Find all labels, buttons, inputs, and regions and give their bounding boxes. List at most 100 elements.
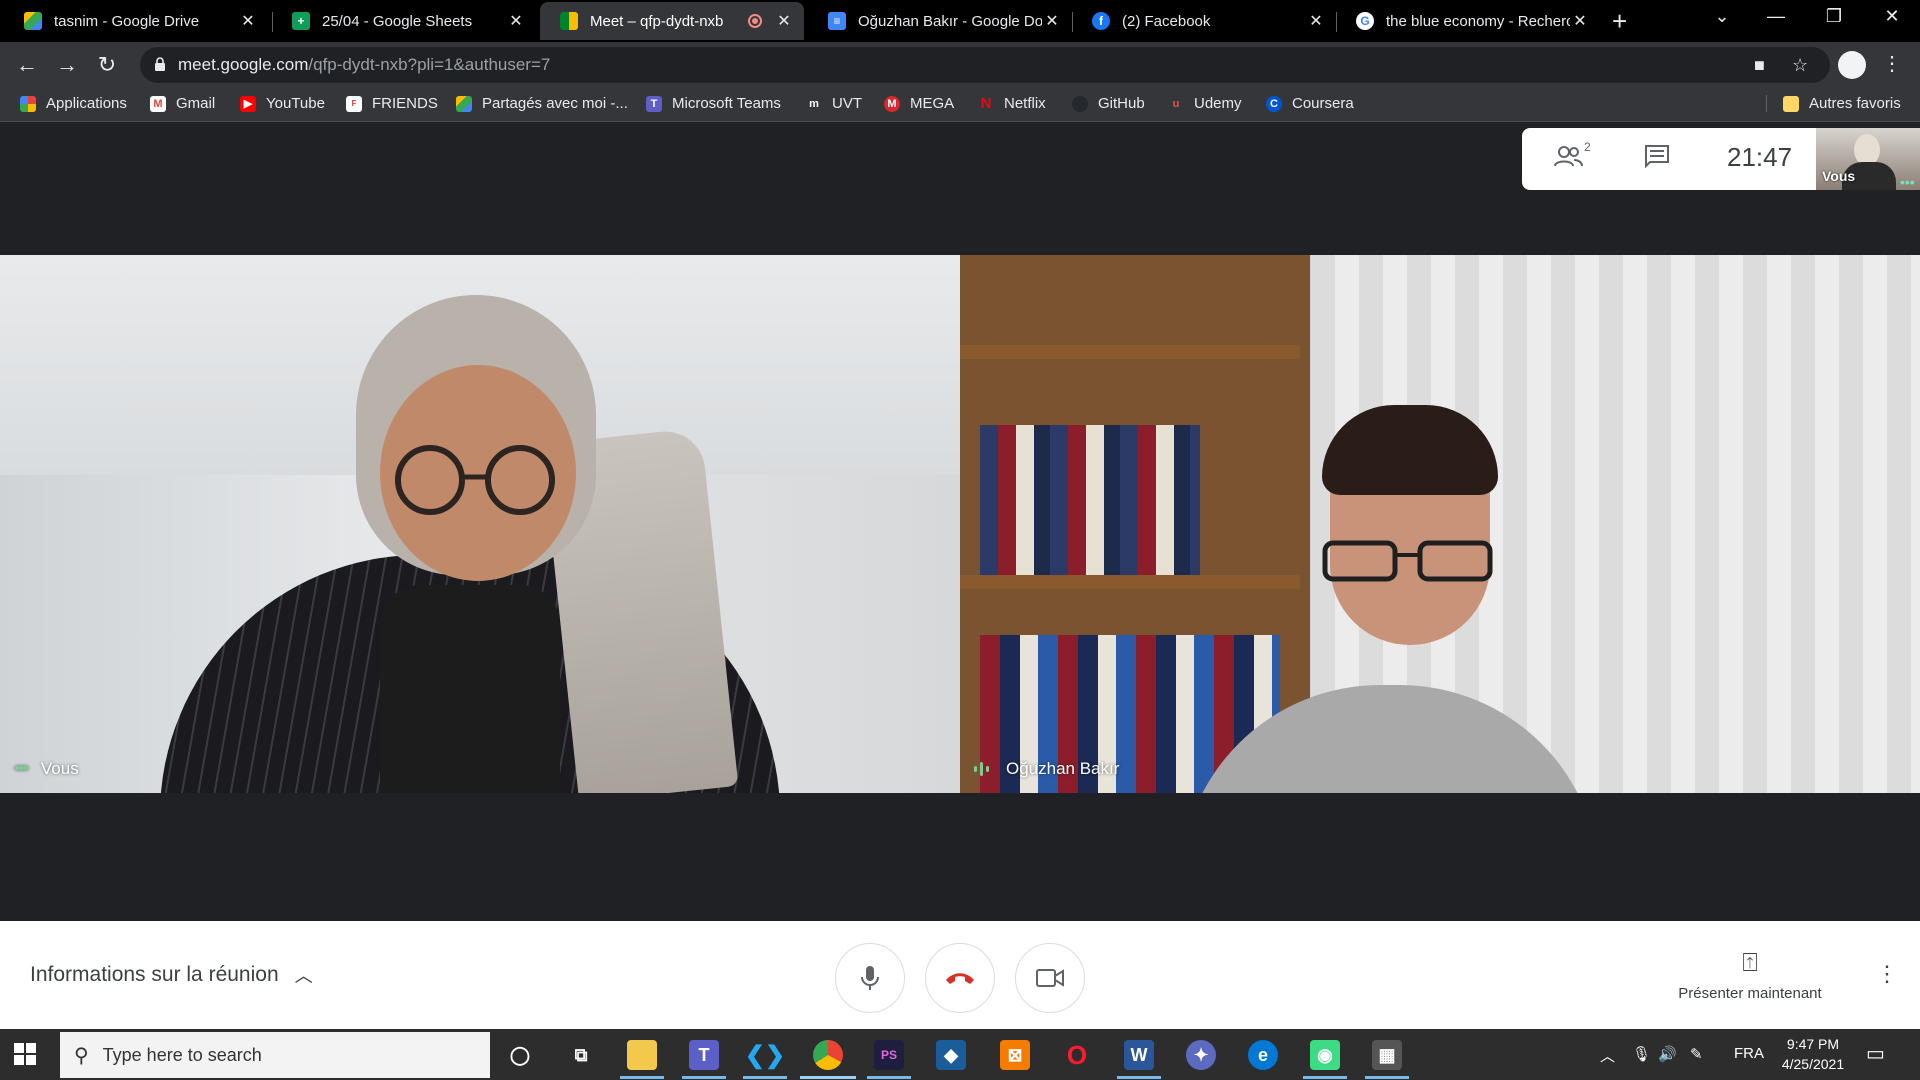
bookmark-label: GitHub [1098, 95, 1145, 112]
task-view-icon[interactable]: ⧉ [566, 1040, 596, 1070]
bookmark-youtube[interactable]: ▶ YouTube [240, 95, 325, 112]
pen-icon[interactable]: ✎ [1690, 1045, 1703, 1063]
bookmark-microsoft-teams[interactable]: T Microsoft Teams [646, 95, 781, 112]
self-view-thumbnail[interactable]: Vous ••• [1816, 128, 1920, 190]
windows-start-icon[interactable] [14, 1043, 36, 1065]
bookmark-shared-with-me[interactable]: Partagés avec moi -... [456, 95, 628, 112]
close-tab-icon[interactable]: ✕ [1306, 11, 1326, 31]
close-window-icon[interactable]: ✕ [1872, 6, 1912, 27]
tab-facebook[interactable]: f (2) Facebook ✕ [1072, 2, 1336, 40]
bookmark-star-icon[interactable]: ☆ [1792, 55, 1808, 76]
microphone-tray-icon[interactable]: 🎙 [1632, 1045, 1651, 1063]
chat-icon[interactable] [1644, 144, 1670, 175]
camera-button[interactable] [1015, 943, 1085, 1013]
volume-icon[interactable]: 🔊 [1658, 1045, 1677, 1063]
browser-menu-icon[interactable]: ⋮ [1882, 51, 1902, 76]
input-language[interactable]: FRA [1734, 1045, 1764, 1062]
teams-icon: T [646, 95, 662, 112]
running-indicator [682, 1076, 726, 1079]
close-tab-icon[interactable]: ✕ [238, 11, 258, 31]
android-studio-icon[interactable]: ◉ [1310, 1040, 1340, 1070]
bookmark-github[interactable]: GitHub [1072, 95, 1145, 112]
hang-up-button[interactable] [925, 943, 995, 1013]
close-tab-icon[interactable]: ✕ [1042, 11, 1062, 31]
calculator-icon[interactable]: ▦ [1372, 1040, 1402, 1070]
cortana-icon[interactable]: ◯ [505, 1040, 535, 1070]
restore-icon[interactable]: ❐ [1814, 6, 1854, 27]
close-tab-icon[interactable]: ✕ [506, 11, 526, 31]
people-icon[interactable] [1554, 144, 1586, 177]
other-bookmarks[interactable]: Autres favoris [1766, 95, 1901, 112]
meeting-details-toggle[interactable]: Informations sur la réunion ︿ [30, 962, 313, 988]
close-tab-icon[interactable]: ✕ [1570, 11, 1590, 31]
browser-tab-strip: tasnim - Google Drive ✕ + 25/04 - Google… [0, 0, 1920, 42]
vscode-icon[interactable]: ❮❯ [745, 1040, 785, 1070]
bookmark-label: Microsoft Teams [672, 95, 781, 112]
present-now-button[interactable]: ⍐ Présenter maintenant [1660, 947, 1840, 1002]
browser-toolbar: ← → ↻ meet.google.com/qfp-dydt-nxb?pli=1… [0, 42, 1920, 88]
participant-name-tag: ••• Vous [14, 758, 79, 779]
edge-icon[interactable]: e [1248, 1040, 1278, 1070]
network-app-icon[interactable]: ✦ [1186, 1040, 1216, 1070]
google-drive-icon [24, 12, 42, 30]
chevron-up-icon: ︿ [294, 966, 313, 986]
back-icon[interactable]: ← [12, 52, 42, 78]
address-bar[interactable]: meet.google.com/qfp-dydt-nxb?pli=1&authu… [140, 47, 1830, 83]
opera-icon[interactable]: O [1062, 1040, 1092, 1070]
url-path: /qfp-dydt-nxb?pli=1&authuser=7 [308, 55, 551, 74]
tab-title: the blue economy - Recherc [1386, 12, 1570, 30]
bookmark-coursera[interactable]: C Coursera [1266, 95, 1354, 112]
chat-svg [1645, 145, 1669, 169]
more-options-dots-icon[interactable]: ••• [14, 758, 29, 779]
running-indicator [1117, 1076, 1161, 1079]
taskbar-search-box[interactable]: ⚲ Type here to search [60, 1032, 490, 1078]
bookmark-udemy[interactable]: u Udemy [1168, 95, 1242, 112]
bookmark-gmail[interactable]: M Gmail [150, 95, 215, 112]
show-hidden-icons-icon[interactable]: ︿ [1600, 1045, 1615, 1066]
minimize-icon[interactable]: — [1756, 6, 1796, 27]
tab-google-search[interactable]: G the blue economy - Recherc ✕ [1336, 2, 1600, 40]
running-indicator [743, 1076, 787, 1079]
tab-google-drive[interactable]: tasnim - Google Drive ✕ [4, 2, 268, 40]
virtualbox-icon[interactable]: ◆ [936, 1040, 966, 1070]
new-tab-button[interactable]: + [1612, 8, 1627, 34]
bookmark-friends[interactable]: F FRIENDS [346, 95, 438, 112]
udemy-icon: u [1172, 97, 1180, 110]
notifications-icon[interactable]: ▭ [1866, 1041, 1885, 1066]
bookmark-mega[interactable]: M MEGA [884, 95, 954, 112]
tab-google-meet[interactable]: Meet – qfp-dydt-nxb ✕ [540, 2, 804, 40]
forward-icon[interactable]: → [52, 52, 82, 78]
participant-tile-self[interactable]: ••• Vous [0, 255, 960, 793]
camera-in-use-icon[interactable]: ■ [1754, 55, 1765, 76]
meet-controls-bar: Informations sur la réunion ︿ ⍐ Présente… [0, 921, 1920, 1029]
bookmark-label: Netflix [1004, 95, 1046, 112]
meet-top-panel: 2 21:47 Vous ••• [1522, 128, 1920, 190]
bookmark-label: FRIENDS [372, 95, 438, 112]
bookmark-applications[interactable]: Applications [20, 95, 127, 112]
participant-tile-oguzhan[interactable]: Oğuzhan Bakır [960, 255, 1920, 793]
camera-icon [1036, 969, 1064, 987]
system-clock[interactable]: 9:47 PM 4/25/2021 [1778, 1034, 1848, 1074]
teams-app-icon[interactable]: T [689, 1040, 719, 1070]
profile-avatar[interactable] [1838, 51, 1866, 79]
folder-icon [1783, 95, 1799, 112]
bookmark-uvt[interactable]: m UVT [806, 95, 862, 112]
mega-icon: M [884, 95, 900, 112]
tab-google-docs[interactable]: ≡ Oğuzhan Bakır - Google Do ✕ [808, 2, 1072, 40]
more-options-icon[interactable]: ⋮ [1876, 961, 1898, 987]
participant-count: 2 [1584, 140, 1591, 154]
speaking-indicator-icon [974, 761, 992, 777]
meeting-details-label: Informations sur la réunion [30, 963, 279, 986]
more-options-dots-icon[interactable]: ••• [1900, 174, 1915, 190]
word-icon[interactable]: W [1124, 1040, 1154, 1070]
tab-search-icon[interactable]: ⌄ [1702, 6, 1742, 27]
close-tab-icon[interactable]: ✕ [774, 11, 794, 31]
bookmark-netflix[interactable]: N Netflix [978, 95, 1046, 112]
chrome-icon[interactable] [813, 1040, 843, 1070]
phpstorm-icon[interactable]: PS [874, 1040, 904, 1070]
tab-google-sheets[interactable]: + 25/04 - Google Sheets ✕ [272, 2, 536, 40]
microphone-button[interactable] [835, 943, 905, 1013]
reload-icon[interactable]: ↻ [92, 52, 122, 78]
file-explorer-icon[interactable] [627, 1040, 657, 1070]
xampp-icon[interactable]: ⊠ [1000, 1040, 1030, 1070]
